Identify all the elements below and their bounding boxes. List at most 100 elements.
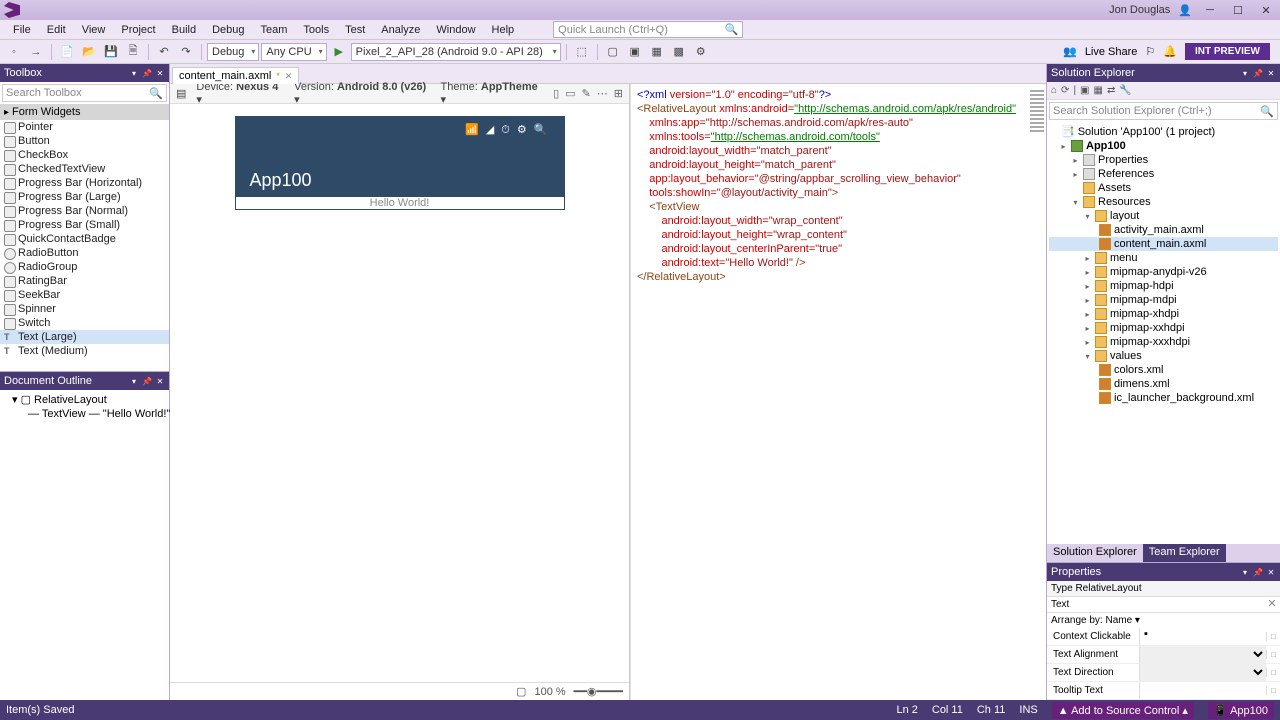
tb-icon-3[interactable]: ▣: [625, 43, 645, 61]
pin-icon[interactable]: ▾: [129, 68, 139, 78]
minimap[interactable]: [1028, 88, 1046, 134]
pin-icon[interactable]: ▾: [1240, 567, 1250, 577]
live-share-label[interactable]: Live Share: [1085, 46, 1138, 58]
doc-tab-content-main[interactable]: content_main.axml * ✕: [172, 67, 299, 84]
solution-root[interactable]: 📑 Solution 'App100' (1 project): [1049, 124, 1278, 139]
properties-filter[interactable]: [1047, 597, 1264, 612]
split-icon[interactable]: ▤: [176, 87, 186, 100]
pin-icon[interactable]: 📌: [142, 68, 152, 78]
properties-arrange[interactable]: Arrange by: Name ▾: [1047, 613, 1280, 628]
save-button[interactable]: 💾: [101, 43, 121, 61]
refresh-icon[interactable]: ⟳: [1061, 85, 1069, 96]
toolbox-item[interactable]: QuickContactBadge: [0, 232, 169, 246]
status-project[interactable]: 📱 App100: [1208, 702, 1274, 719]
project-node[interactable]: ▸ App100: [1049, 139, 1278, 153]
toolbox-item[interactable]: RadioButton: [0, 246, 169, 260]
tree-node[interactable]: Assets: [1049, 181, 1278, 195]
menu-view[interactable]: View: [75, 22, 113, 38]
pin-icon[interactable]: 📌: [142, 376, 152, 386]
redo-button[interactable]: ↷: [176, 43, 196, 61]
theme-combo[interactable]: AppTheme: [481, 81, 538, 93]
close-tab-icon[interactable]: ✕: [285, 71, 293, 82]
toolbox-item[interactable]: Progress Bar (Small): [0, 218, 169, 232]
menu-build[interactable]: Build: [165, 22, 203, 38]
platform-combo[interactable]: Any CPU: [261, 43, 326, 61]
tree-node[interactable]: ▸ menu: [1049, 251, 1278, 265]
tb-icon-5[interactable]: ▩: [669, 43, 689, 61]
toolbox-item[interactable]: Button: [0, 134, 169, 148]
hello-text[interactable]: Hello World!: [370, 197, 430, 209]
tree-node[interactable]: ▸ mipmap-xxxhdpi: [1049, 335, 1278, 349]
notifications-icon[interactable]: 🔔: [1163, 45, 1177, 58]
user-avatar-icon[interactable]: 👤: [1178, 4, 1192, 17]
menu-edit[interactable]: Edit: [40, 22, 73, 38]
property-value[interactable]: ▪: [1139, 628, 1266, 645]
toolbox-group[interactable]: ▸ Form Widgets: [0, 104, 169, 120]
tree-node[interactable]: ▾ layout: [1049, 209, 1278, 223]
menu-help[interactable]: Help: [485, 22, 522, 38]
minimize-button[interactable]: ─: [1200, 3, 1220, 17]
version-combo[interactable]: Android 8.0 (v26): [337, 81, 426, 93]
solution-search[interactable]: Search Solution Explorer (Ctrl+;) 🔍: [1049, 102, 1278, 120]
tb-icon-1[interactable]: ⬚: [572, 43, 592, 61]
tab-solution-explorer[interactable]: Solution Explorer: [1047, 544, 1143, 562]
tree-node[interactable]: ▸ References: [1049, 167, 1278, 181]
toolbox-search[interactable]: Search Toolbox 🔍: [2, 84, 167, 102]
toolbox-item[interactable]: RatingBar: [0, 274, 169, 288]
open-button[interactable]: 📂: [79, 43, 99, 61]
toolbox-item[interactable]: SeekBar: [0, 288, 169, 302]
portrait-icon[interactable]: ▯: [553, 87, 559, 100]
close-icon[interactable]: ✕: [1266, 567, 1276, 577]
toolbox-item[interactable]: RadioGroup: [0, 260, 169, 274]
menu-window[interactable]: Window: [429, 22, 482, 38]
xml-editor[interactable]: <?xml version="1.0" encoding="utf-8"?> <…: [630, 84, 1046, 700]
tree-node[interactable]: ▸ mipmap-xxhdpi: [1049, 321, 1278, 335]
tb-icon-4[interactable]: ▦: [647, 43, 667, 61]
tree-node[interactable]: ▸ mipmap-xhdpi: [1049, 307, 1278, 321]
source-control-button[interactable]: ▲ Add to Source Control ▴: [1052, 702, 1194, 719]
toolbox-item[interactable]: CheckBox: [0, 148, 169, 162]
property-value[interactable]: [1139, 682, 1266, 699]
toolbox-item[interactable]: Text (Large): [0, 330, 169, 344]
toolbox-item[interactable]: Switch: [0, 316, 169, 330]
start-button[interactable]: ▶: [329, 43, 349, 61]
close-icon[interactable]: ✕: [155, 376, 165, 386]
sync-icon[interactable]: ⇄: [1107, 85, 1115, 96]
designer-canvas[interactable]: 📶 ◢ ⏱ ⚙ 🔍 App100 Hello World!: [170, 104, 629, 682]
tab-team-explorer[interactable]: Team Explorer: [1143, 544, 1226, 562]
grid-icon[interactable]: ⊞: [614, 87, 623, 100]
menu-tools[interactable]: Tools: [296, 22, 336, 38]
zoom-slider[interactable]: ━━◉━━━━: [574, 685, 623, 698]
maximize-button[interactable]: ☐: [1228, 3, 1248, 17]
landscape-icon[interactable]: ▭: [565, 87, 575, 100]
pin-icon[interactable]: 📌: [1253, 68, 1263, 78]
new-project-button[interactable]: 📄: [57, 43, 77, 61]
close-icon[interactable]: ✕: [1266, 68, 1276, 78]
config-combo[interactable]: Debug: [207, 43, 259, 61]
zoom-toggle-icon[interactable]: ▢: [516, 685, 526, 698]
clear-filter-icon[interactable]: ✕: [1264, 597, 1280, 612]
menu-project[interactable]: Project: [114, 22, 162, 38]
target-combo[interactable]: Pixel_2_API_28 (Android 9.0 - API 28): [351, 43, 561, 61]
outline-child[interactable]: — TextView — "Hello World!": [4, 407, 165, 421]
more-icon[interactable]: ⋯: [597, 87, 608, 100]
toolbox-item[interactable]: Text (Medium): [0, 344, 169, 358]
tree-file-active[interactable]: content_main.axml: [1049, 237, 1278, 251]
tree-file[interactable]: dimens.xml: [1049, 377, 1278, 391]
tree-file[interactable]: ic_launcher_background.xml: [1049, 391, 1278, 405]
properties-icon[interactable]: 🔧: [1119, 85, 1131, 96]
property-value[interactable]: [1139, 664, 1266, 681]
tree-file[interactable]: activity_main.axml: [1049, 223, 1278, 237]
show-all-icon[interactable]: ▦: [1094, 85, 1103, 96]
property-marker-icon[interactable]: □: [1266, 632, 1280, 641]
collapse-icon[interactable]: ▣: [1080, 85, 1089, 96]
toolbox-item[interactable]: Progress Bar (Normal): [0, 204, 169, 218]
edit-icon[interactable]: ✎: [582, 87, 591, 100]
tb-icon-2[interactable]: ▢: [603, 43, 623, 61]
property-value[interactable]: [1139, 646, 1266, 663]
tree-node[interactable]: ▸ mipmap-mdpi: [1049, 293, 1278, 307]
menu-team[interactable]: Team: [254, 22, 295, 38]
toolbox-item[interactable]: CheckedTextView: [0, 162, 169, 176]
pin-icon[interactable]: ▾: [129, 376, 139, 386]
pin-icon[interactable]: 📌: [1253, 567, 1263, 577]
